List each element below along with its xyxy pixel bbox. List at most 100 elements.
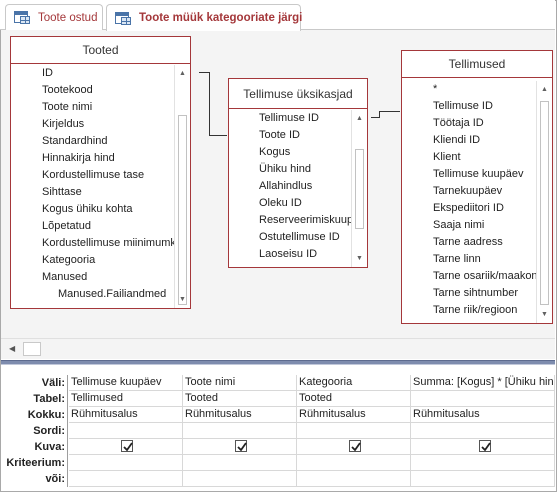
table-tellimuse-uksikasjad[interactable]: Tellimuse üksikasjad Tellimuse ID Toote … xyxy=(228,78,368,268)
table-cell[interactable]: Tooted xyxy=(297,391,411,407)
field-cell[interactable]: Toote nimi xyxy=(183,375,297,391)
join-line[interactable] xyxy=(209,72,210,136)
field-item[interactable]: Oleku ID xyxy=(259,195,351,212)
field-item[interactable]: Manused.Failiandmed xyxy=(42,286,174,303)
field-item[interactable]: Tellimuse kuupäev xyxy=(433,166,536,183)
table-title[interactable]: Tellimuse üksikasjad xyxy=(229,79,367,109)
field-item[interactable]: Tellimuse ID xyxy=(433,98,536,115)
field-item[interactable]: Kogus ühiku kohta xyxy=(42,201,174,218)
field-item[interactable]: Standardhind xyxy=(42,133,174,150)
table-cell[interactable] xyxy=(411,391,555,407)
table-cell[interactable]: Tellimused xyxy=(69,391,183,407)
field-item[interactable]: Ostutellimuse ID xyxy=(259,229,351,246)
field-item[interactable]: Kordustellimuse tase xyxy=(42,167,174,184)
sort-cell[interactable] xyxy=(297,423,411,439)
check-icon xyxy=(236,442,247,452)
table-title[interactable]: Tooted xyxy=(11,37,190,64)
scroll-thumb[interactable] xyxy=(355,149,364,229)
sort-cell[interactable] xyxy=(69,423,183,439)
query-design-diagram[interactable]: Tooted ID Tootekood Toote nimi Kirjeldus… xyxy=(1,30,555,338)
row-label-field: Väli: xyxy=(41,377,65,389)
scroll-thumb[interactable] xyxy=(23,342,41,356)
field-item[interactable]: Hinnakirja hind xyxy=(42,150,174,167)
scroll-down-icon[interactable]: ▼ xyxy=(175,292,190,307)
total-cell[interactable]: Rühmitusalus xyxy=(297,407,411,423)
field-item[interactable]: Klient xyxy=(433,149,536,166)
field-item[interactable]: Toote ID xyxy=(259,127,351,144)
field-item[interactable]: Toote nimi xyxy=(42,99,174,116)
field-item[interactable]: Sihttase xyxy=(42,184,174,201)
field-item[interactable]: Kordustellimuse miinimumk xyxy=(42,235,174,252)
field-item[interactable]: Tarne riik/regioon xyxy=(433,302,536,319)
field-item[interactable]: * xyxy=(433,81,536,98)
field-item[interactable]: Reserveerimiskuupä xyxy=(259,212,351,229)
scroll-thumb[interactable] xyxy=(178,115,187,305)
join-line[interactable] xyxy=(379,111,380,118)
field-item[interactable]: Lõpetatud xyxy=(42,218,174,235)
scroll-thumb[interactable] xyxy=(540,101,549,305)
field-cell[interactable]: Tellimuse kuupäev xyxy=(69,375,183,391)
vertical-scrollbar[interactable]: ▲ ▼ xyxy=(351,110,367,267)
grid-column-4: Summa: [Kogus] * [Ühiku hind Rühmitusalu… xyxy=(411,375,555,487)
field-cell[interactable]: Kategooria xyxy=(297,375,411,391)
total-cell[interactable]: Rühmitusalus xyxy=(183,407,297,423)
tab-toote-muuk-kategooriate-jargi[interactable]: Toote müük kategooriate järgi xyxy=(106,4,302,31)
field-item[interactable]: Ekspediitori ID xyxy=(433,200,536,217)
field-item[interactable]: Tarne sihtnumber xyxy=(433,285,536,302)
grid-row-labels: Väli: Tabel: Kokku: Sordi: Kuva: Kriteer… xyxy=(1,375,67,487)
field-item[interactable]: Tarne aadress xyxy=(433,234,536,251)
grid-column-1: Tellimuse kuupäev Tellimused Rühmitusalu… xyxy=(69,375,183,487)
show-checkbox[interactable] xyxy=(348,440,361,452)
field-item[interactable]: Kliendi ID xyxy=(433,132,536,149)
or-cell[interactable] xyxy=(183,471,297,487)
field-item[interactable]: Saaja nimi xyxy=(433,217,536,234)
table-tellimused[interactable]: Tellimused * Tellimuse ID Töötaja ID Kli… xyxy=(401,50,553,324)
criteria-cell[interactable] xyxy=(69,455,183,471)
total-cell[interactable]: Rühmitusalus xyxy=(69,407,183,423)
scroll-up-icon[interactable]: ▲ xyxy=(537,82,552,97)
table-tooted[interactable]: Tooted ID Tootekood Toote nimi Kirjeldus… xyxy=(10,36,191,309)
diagram-horizontal-scrollbar[interactable]: ◀ xyxy=(1,338,555,359)
table-cell[interactable]: Tooted xyxy=(183,391,297,407)
or-cell[interactable] xyxy=(69,471,183,487)
field-item[interactable]: Kirjeldus xyxy=(42,116,174,133)
sort-cell[interactable] xyxy=(411,423,555,439)
field-cell[interactable]: Summa: [Kogus] * [Ühiku hind xyxy=(411,375,555,391)
join-line[interactable] xyxy=(379,111,400,112)
show-checkbox[interactable] xyxy=(479,440,491,452)
field-list: * Tellimuse ID Töötaja ID Kliendi ID Kli… xyxy=(402,81,536,323)
or-cell[interactable] xyxy=(411,471,555,487)
table-title[interactable]: Tellimused xyxy=(402,51,552,78)
total-cell[interactable]: Rühmitusalus xyxy=(411,407,555,423)
or-cell[interactable] xyxy=(297,471,411,487)
vertical-scrollbar[interactable]: ▲ ▼ xyxy=(174,65,190,308)
field-item[interactable]: ID xyxy=(42,65,174,82)
scroll-down-icon[interactable]: ▼ xyxy=(537,307,552,322)
criteria-cell[interactable] xyxy=(411,455,555,471)
field-item[interactable]: Tarne osariik/maakon xyxy=(433,268,536,285)
field-item[interactable]: Laoseisu ID xyxy=(259,246,351,263)
criteria-cell[interactable] xyxy=(297,455,411,471)
field-item[interactable]: Tarnekuupäev xyxy=(433,183,536,200)
field-item[interactable]: Kategooria xyxy=(42,252,174,269)
field-item[interactable]: Allahindlus xyxy=(259,178,351,195)
field-item[interactable]: Tarne linn xyxy=(433,251,536,268)
criteria-cell[interactable] xyxy=(183,455,297,471)
scroll-left-icon[interactable]: ◀ xyxy=(9,344,15,353)
field-item[interactable]: Töötaja ID xyxy=(433,115,536,132)
tab-toote-ostud[interactable]: Toote ostud xyxy=(5,4,103,30)
vertical-scrollbar[interactable]: ▲ ▼ xyxy=(536,81,552,323)
scroll-up-icon[interactable]: ▲ xyxy=(175,66,190,81)
field-item[interactable]: Manused xyxy=(42,269,174,286)
field-item[interactable]: Kogus xyxy=(259,144,351,161)
show-checkbox[interactable] xyxy=(120,440,133,452)
show-checkbox[interactable] xyxy=(234,440,247,452)
scroll-down-icon[interactable]: ▼ xyxy=(352,251,367,266)
sort-cell[interactable] xyxy=(183,423,297,439)
scroll-up-icon[interactable]: ▲ xyxy=(352,111,367,126)
field-item[interactable]: Tellimuse ID xyxy=(259,110,351,127)
field-item[interactable]: Ühiku hind xyxy=(259,161,351,178)
join-line[interactable] xyxy=(199,72,209,73)
join-line[interactable] xyxy=(209,135,227,136)
field-item[interactable]: Tootekood xyxy=(42,82,174,99)
